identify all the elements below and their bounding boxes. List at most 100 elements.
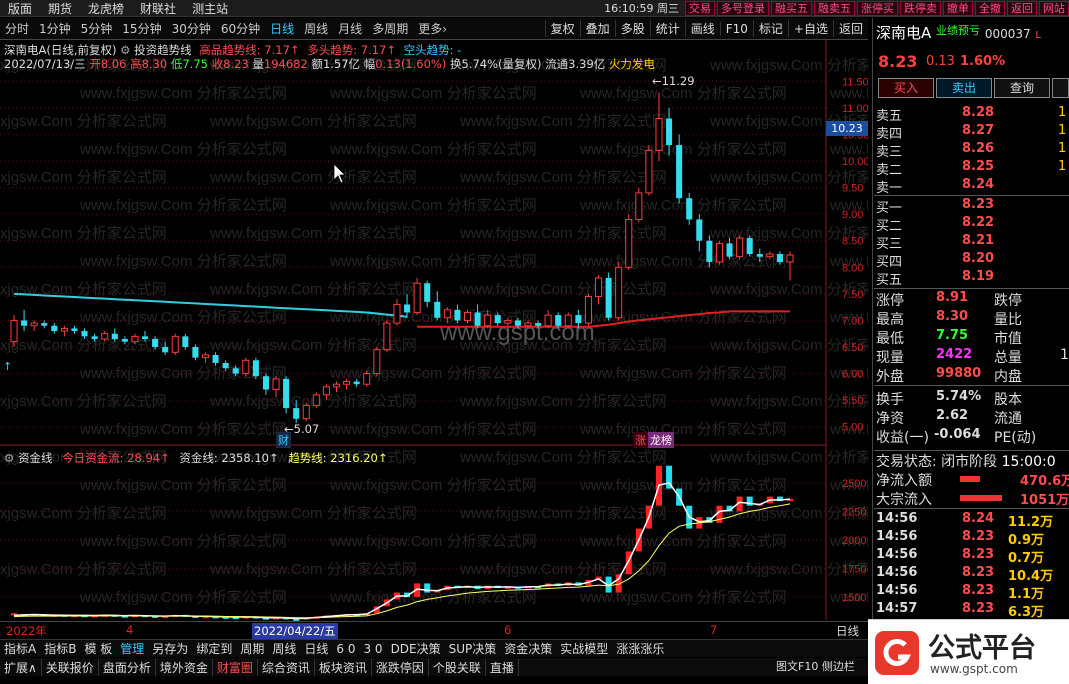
- buy-button[interactable]: 买入: [878, 78, 934, 98]
- limit-down-sell-button[interactable]: 跌停卖: [900, 0, 941, 16]
- watermark-text: www.fxjgsw.Com 分析家公式网: [459, 449, 667, 466]
- indicator-name[interactable]: 投资趋势线: [134, 43, 192, 57]
- bid-row-3[interactable]: 买三 8.21: [876, 233, 1068, 252]
- indicator-tool-15[interactable]: 涨涨涨乐: [612, 640, 668, 657]
- period-5min[interactable]: 5分钟: [76, 20, 118, 37]
- watermark-text: www.fxjgsw.Com 分析家公式网: [329, 533, 537, 550]
- limit-up-marker[interactable]: 涨: [633, 432, 648, 448]
- info-tool-7[interactable]: 涨跌停因: [372, 658, 429, 676]
- info-tool-5[interactable]: 综合资讯: [258, 658, 315, 676]
- info-tool-3[interactable]: 境外资金: [156, 658, 213, 676]
- statistics-button[interactable]: 统计: [649, 20, 685, 37]
- indicator-tool-14[interactable]: 实战模型: [556, 640, 612, 657]
- info-tool-1[interactable]: 关联报价: [42, 658, 99, 676]
- watermark-text: www.fxjgsw.Com 分析家公式网: [329, 253, 537, 270]
- ask-row-5[interactable]: 卖五 8.28 1: [876, 105, 1068, 124]
- candle: [283, 376, 290, 414]
- news-marker-icon[interactable]: 财: [276, 432, 291, 448]
- bid-row-5[interactable]: 买五 8.19: [876, 269, 1068, 288]
- bid-row-1[interactable]: 买一 8.23: [876, 197, 1068, 216]
- period-timeshare[interactable]: 分时: [0, 20, 34, 37]
- back-button[interactable]: 返回: [1007, 0, 1037, 16]
- info-tool-9[interactable]: 直播: [486, 658, 519, 676]
- indicator-tool-5[interactable]: 绑定到: [192, 640, 236, 657]
- legend-amount: 1.57亿: [322, 57, 361, 71]
- f10-sidebar-label[interactable]: 图文F10 侧边栏: [776, 658, 855, 674]
- ask-row-4[interactable]: 卖四 8.27 1: [876, 123, 1068, 142]
- indicator-tool-11[interactable]: DDE决策: [387, 640, 445, 657]
- info-tool-8[interactable]: 个股关联: [429, 658, 486, 676]
- indicator-tool-3[interactable]: 管理: [116, 640, 148, 657]
- candle: [262, 373, 269, 395]
- menu-item-dragon-tiger[interactable]: 龙虎榜: [80, 0, 132, 17]
- limit-up-buy-button[interactable]: 涨停买: [857, 0, 898, 16]
- f10-button[interactable]: F10: [719, 21, 753, 36]
- sell-button[interactable]: 卖出: [936, 78, 992, 98]
- period-more[interactable]: 更多›: [413, 20, 452, 37]
- menu-item-cls[interactable]: 财联社: [132, 0, 184, 17]
- period-weekly[interactable]: 周线: [299, 20, 333, 37]
- period-daily[interactable]: 日线: [265, 20, 299, 37]
- period-multi[interactable]: 多周期: [367, 20, 413, 37]
- indicator-tool-4[interactable]: 另存为: [148, 640, 192, 657]
- info-tool-4[interactable]: 财富圈: [213, 658, 258, 676]
- margin-sell-button[interactable]: 融卖五: [814, 0, 855, 16]
- ask-row-3[interactable]: 卖三 8.26 1: [876, 141, 1068, 160]
- overlay-button[interactable]: 叠加: [579, 20, 615, 37]
- indicator-tool-9[interactable]: 6 0: [332, 642, 359, 656]
- info-tool-0[interactable]: 扩展∧: [0, 658, 42, 676]
- indicator-tool-2[interactable]: 模 板: [80, 640, 116, 657]
- gear-icon[interactable]: ⚙: [4, 451, 14, 465]
- add-watchlist-button[interactable]: +自选: [787, 20, 833, 37]
- draw-line-button[interactable]: 画线: [684, 20, 720, 37]
- candle: [736, 235, 744, 260]
- period-60min[interactable]: 60分钟: [216, 20, 265, 37]
- gear-icon[interactable]: ⚙: [120, 43, 130, 57]
- indicator-tool-6[interactable]: 周期: [236, 640, 268, 657]
- bid-row-2[interactable]: 买二 8.22: [876, 215, 1068, 234]
- period-1min[interactable]: 1分钟: [34, 20, 76, 37]
- multi-login-button[interactable]: 多号登录: [717, 0, 769, 16]
- sub-indicator-name[interactable]: 资金线: [18, 451, 53, 465]
- period-label[interactable]: 日线: [836, 623, 859, 639]
- kline-chart[interactable]: www.fxjgsw.Com 分析家公式网 www.fxjgsw.Com 分析家公…: [0, 40, 868, 639]
- cancel-all-button[interactable]: 全撤: [975, 0, 1005, 16]
- menu-item-layout[interactable]: 版面: [0, 0, 40, 17]
- date-label-3: 6: [504, 623, 512, 637]
- candle: [242, 357, 250, 377]
- mark-button[interactable]: 标记: [752, 20, 788, 37]
- info-tool-2[interactable]: 盘面分析: [99, 658, 156, 676]
- cancel-order-button[interactable]: 撤单: [943, 0, 973, 16]
- multi-stock-button[interactable]: 多股: [614, 20, 650, 37]
- top-menu-bar: 版面 期货 龙虎榜 财联社 测主站 16:10:59 周三 交易 多号登录 融买…: [0, 0, 1069, 17]
- return-button[interactable]: 返回: [832, 20, 868, 37]
- indicator-tool-10[interactable]: 3 0: [359, 642, 386, 656]
- info-tool-6[interactable]: 板块资讯: [315, 658, 372, 676]
- ask-row-1[interactable]: 卖一 8.24: [876, 177, 1068, 196]
- period-monthly[interactable]: 月线: [333, 20, 367, 37]
- period-15min[interactable]: 15分钟: [117, 20, 166, 37]
- indicator-tool-13[interactable]: 资金决策: [500, 640, 556, 657]
- bid-row-4[interactable]: 买四 8.20: [876, 251, 1068, 270]
- indicator-tool-1[interactable]: 指标B: [40, 640, 80, 657]
- indicator-tool-0[interactable]: 指标A: [0, 640, 40, 657]
- margin-buy-button[interactable]: 融买五: [771, 0, 812, 16]
- ask-row-2[interactable]: 卖二 8.25 1: [876, 159, 1068, 178]
- menu-item-test-server[interactable]: 测主站: [184, 0, 236, 17]
- earnings-warning-tag[interactable]: 业绩预亏: [936, 24, 980, 37]
- dragon-list-marker[interactable]: 龙榜: [648, 432, 674, 448]
- website-button[interactable]: 网站: [1039, 0, 1069, 16]
- period-30min[interactable]: 30分钟: [167, 20, 216, 37]
- main-legend-line2: 2022/07/13/三 开8.06 高8.30 低7.75 收8.23 量19…: [4, 57, 655, 71]
- candle: [413, 277, 421, 316]
- menu-item-futures[interactable]: 期货: [40, 0, 80, 17]
- indicator-tool-8[interactable]: 日线: [300, 640, 332, 657]
- query-button[interactable]: 查询: [994, 78, 1050, 98]
- indicator-tool-12[interactable]: SUP决策: [445, 640, 501, 657]
- candle: [332, 381, 341, 393]
- adjust-button[interactable]: 复权: [544, 20, 580, 37]
- more-button[interactable]: [1052, 78, 1069, 98]
- stat-row-1: 最高 8.30 量比: [876, 309, 1022, 328]
- indicator-tool-7[interactable]: 周线: [268, 640, 300, 657]
- trade-button[interactable]: 交易: [685, 0, 715, 16]
